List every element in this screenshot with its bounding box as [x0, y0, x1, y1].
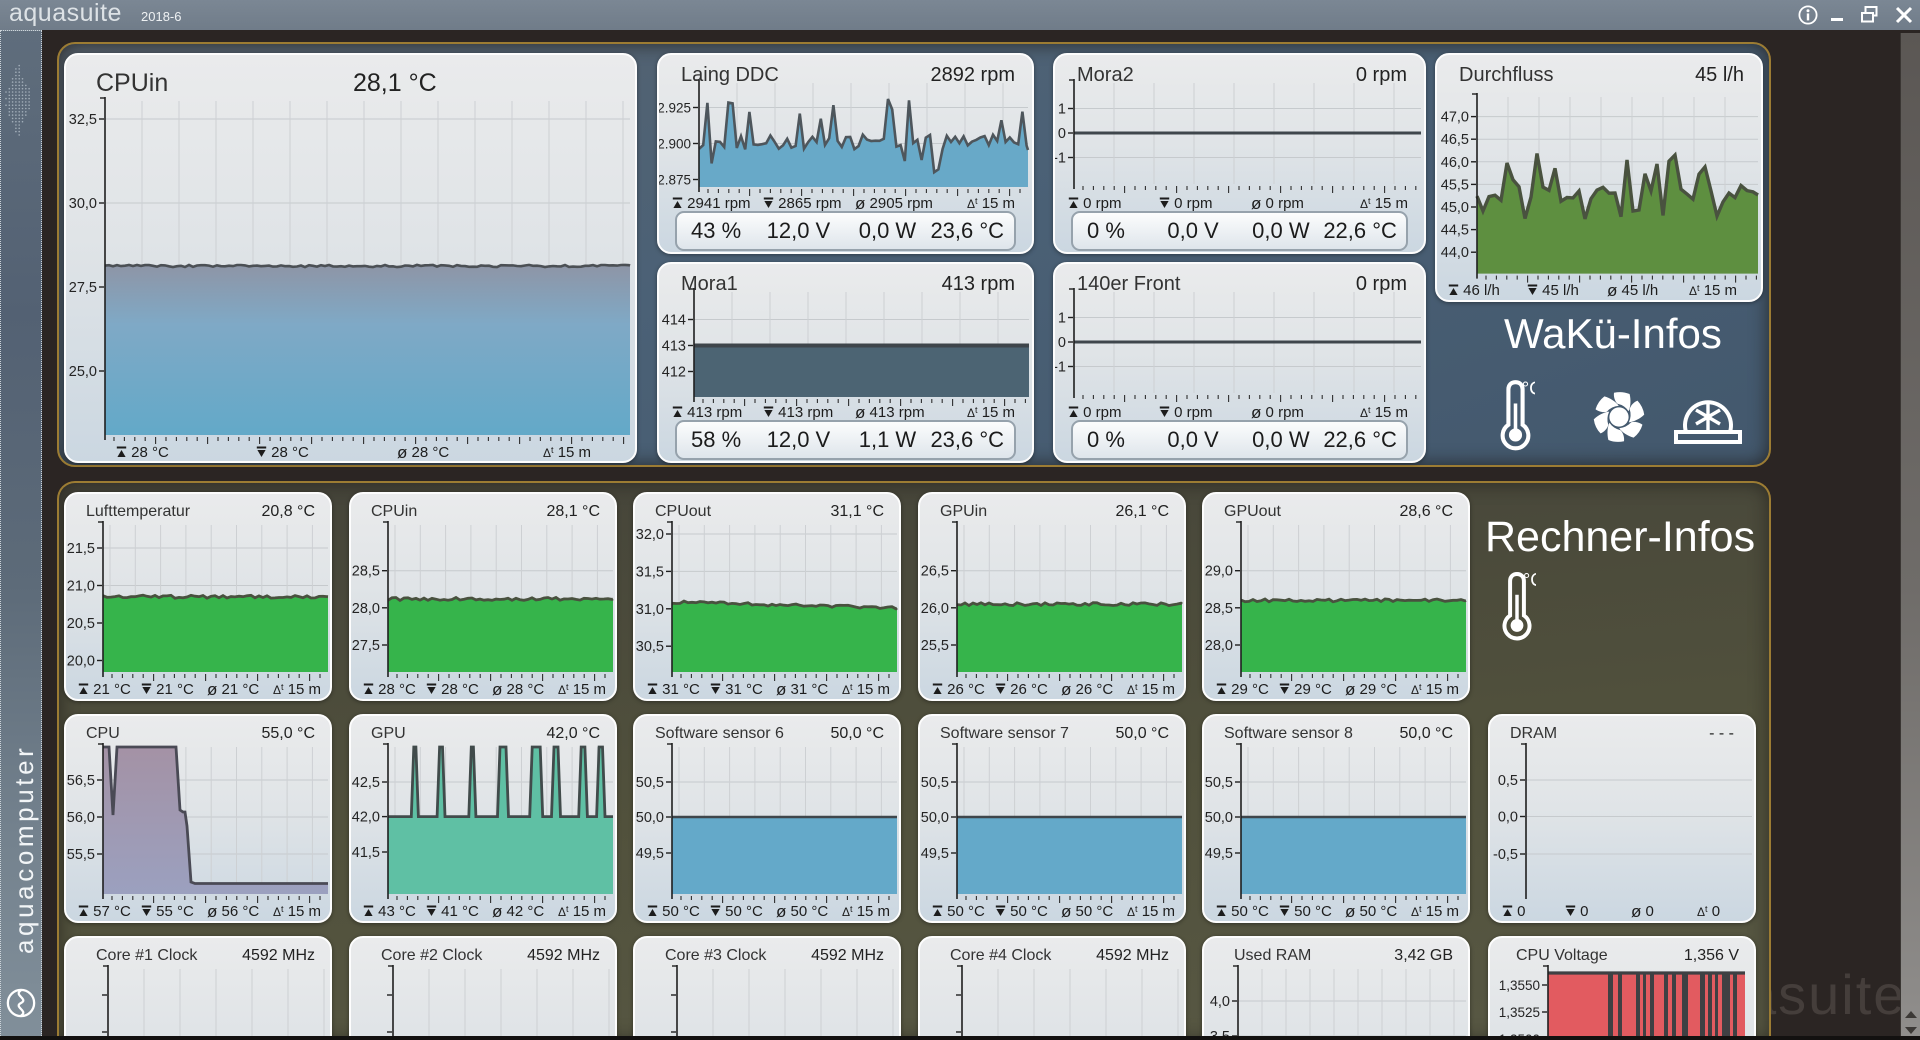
- svg-text:30,5: 30,5: [636, 639, 664, 655]
- svg-text:50,5: 50,5: [921, 775, 949, 791]
- svg-text:50,5: 50,5: [1205, 775, 1233, 791]
- svg-text:27,5: 27,5: [69, 280, 97, 296]
- svg-text:27,5: 27,5: [352, 638, 380, 654]
- svg-text:56,5: 56,5: [67, 773, 95, 789]
- svg-text:30,0: 30,0: [69, 196, 97, 212]
- svg-text:50,0: 50,0: [921, 810, 949, 826]
- svg-text:20,5: 20,5: [67, 616, 95, 632]
- svg-text:25,0: 25,0: [69, 364, 97, 380]
- svg-text:1: 1: [1058, 311, 1066, 327]
- svg-text:42,0: 42,0: [352, 810, 380, 826]
- svg-text:2.925: 2.925: [659, 101, 691, 116]
- svg-text:31,0: 31,0: [636, 602, 664, 618]
- svg-text:42,5: 42,5: [352, 775, 380, 791]
- svg-text:-1: -1: [1055, 151, 1066, 167]
- svg-text:°C: °C: [1522, 378, 1535, 399]
- svg-text:20,0: 20,0: [67, 654, 95, 670]
- svg-text:412: 412: [662, 365, 686, 381]
- svg-text:1,3525: 1,3525: [1499, 1005, 1540, 1020]
- svg-text:-1: -1: [1055, 360, 1066, 376]
- svg-text:32,5: 32,5: [69, 112, 97, 128]
- svg-text:55,5: 55,5: [67, 847, 95, 863]
- svg-text:414: 414: [662, 313, 686, 329]
- svg-text:4,0: 4,0: [1210, 994, 1230, 1010]
- svg-text:31,5: 31,5: [636, 564, 664, 580]
- svg-text:-0,5: -0,5: [1493, 847, 1518, 863]
- svg-text:2.900: 2.900: [659, 137, 691, 152]
- svg-text:25,5: 25,5: [921, 638, 949, 654]
- svg-text:0,0: 0,0: [1498, 810, 1518, 826]
- svg-text:29,0: 29,0: [1205, 564, 1233, 580]
- svg-text:45,0: 45,0: [1441, 200, 1469, 216]
- svg-text:413: 413: [662, 339, 686, 355]
- svg-text:50,0: 50,0: [636, 810, 664, 826]
- svg-text:56,0: 56,0: [67, 810, 95, 826]
- svg-text:49,5: 49,5: [1205, 846, 1233, 862]
- svg-text:26,5: 26,5: [921, 564, 949, 580]
- svg-text:50,0: 50,0: [1205, 810, 1233, 826]
- svg-text:44,0: 44,0: [1441, 245, 1469, 261]
- svg-text:44,5: 44,5: [1441, 223, 1469, 239]
- svg-text:49,5: 49,5: [921, 846, 949, 862]
- svg-text:49,5: 49,5: [636, 846, 664, 862]
- svg-text:28,5: 28,5: [1205, 601, 1233, 617]
- svg-text:1,3550: 1,3550: [1499, 978, 1540, 993]
- svg-text:21,5: 21,5: [67, 541, 95, 557]
- svg-text:50,5: 50,5: [636, 775, 664, 791]
- svg-text:28,0: 28,0: [352, 601, 380, 617]
- svg-text:1: 1: [1058, 102, 1066, 118]
- svg-text:47,0: 47,0: [1441, 110, 1469, 126]
- svg-text:45,5: 45,5: [1441, 177, 1469, 193]
- svg-text:46,0: 46,0: [1441, 155, 1469, 171]
- svg-text:21,0: 21,0: [67, 579, 95, 595]
- svg-text:26,0: 26,0: [921, 601, 949, 617]
- svg-text:0: 0: [1058, 335, 1066, 351]
- svg-text:32,0: 32,0: [636, 527, 664, 543]
- svg-text:2.875: 2.875: [659, 173, 691, 188]
- svg-text:46,5: 46,5: [1441, 132, 1469, 148]
- svg-text:0,5: 0,5: [1498, 773, 1518, 789]
- svg-text:°C: °C: [1523, 570, 1536, 590]
- svg-text:28,0: 28,0: [1205, 638, 1233, 654]
- svg-text:28,5: 28,5: [352, 564, 380, 580]
- svg-text:41,5: 41,5: [352, 845, 380, 861]
- svg-text:0: 0: [1058, 126, 1066, 142]
